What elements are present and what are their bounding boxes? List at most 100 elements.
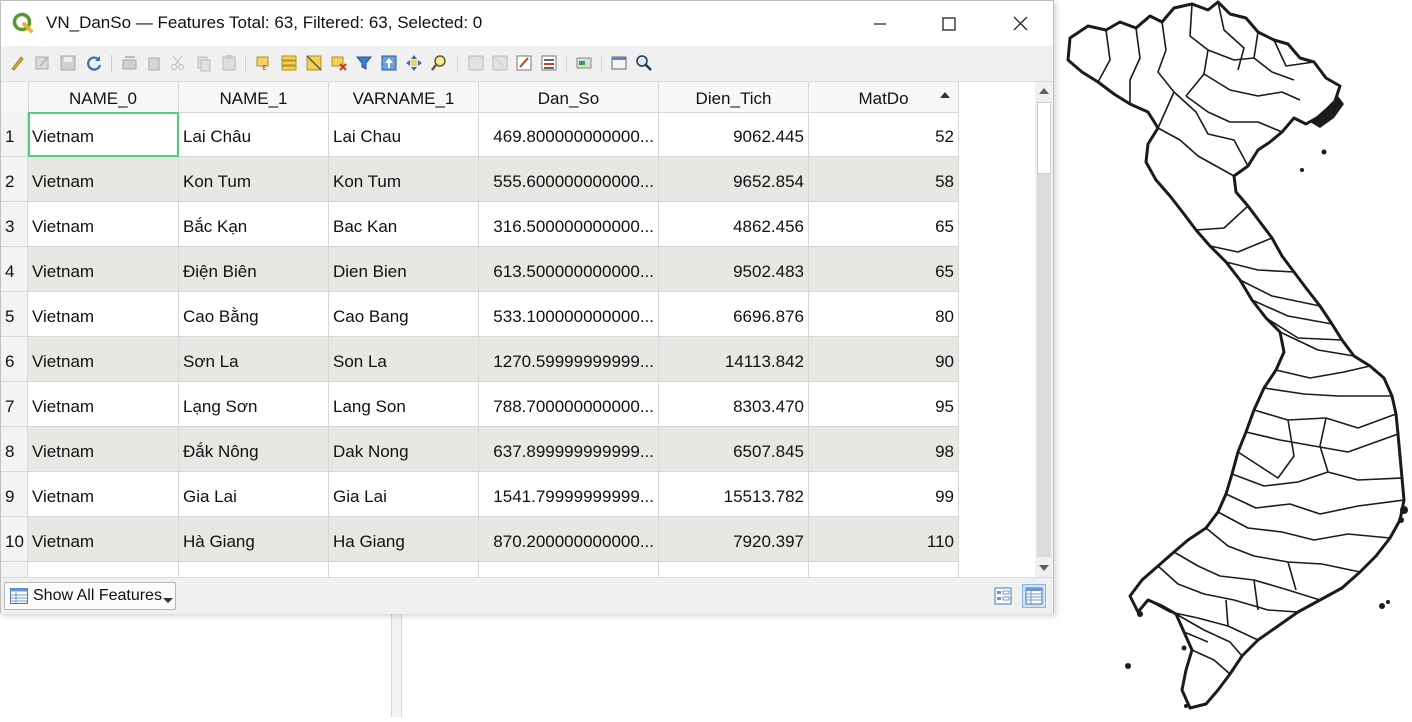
add-feature-icon[interactable]	[121, 54, 139, 72]
close-button[interactable]	[997, 1, 1043, 46]
cell-dientich[interactable]: 4862.456	[659, 202, 809, 247]
cell-varname1[interactable]: Ha Giang	[329, 517, 479, 562]
row-header[interactable]: 6	[1, 337, 28, 382]
cell-name0[interactable]: Vietnam	[28, 382, 179, 427]
cell-name0[interactable]: Vietnam	[28, 292, 179, 337]
paste-icon[interactable]	[220, 54, 238, 72]
row-header[interactable]: 8	[1, 427, 28, 472]
cell-matdo[interactable]: 65	[809, 202, 959, 247]
cell-danso[interactable]: 316.500000000000...	[479, 202, 659, 247]
cell-danso[interactable]: 637.899999999999...	[479, 427, 659, 472]
cell-varname1[interactable]: Lang Son	[329, 382, 479, 427]
cell-name0[interactable]: Vietnam	[28, 517, 179, 562]
cell-matdo[interactable]: 110	[809, 517, 959, 562]
cell-varname1[interactable]: Bac Kan	[329, 202, 479, 247]
cell-danso[interactable]: 469.800000000000...	[479, 112, 659, 157]
select-all-icon[interactable]	[280, 54, 298, 72]
cell-dientich[interactable]: 6696.876	[659, 292, 809, 337]
cell-danso[interactable]: 613.500000000000...	[479, 247, 659, 292]
cell-danso[interactable]: 1270.59999999999...	[479, 337, 659, 382]
table-row[interactable]: 2 Vietnam Kon Tum Kon Tum 555.600000000000..…	[1, 157, 959, 202]
zoom-map-icon[interactable]	[635, 54, 653, 72]
cell-danso[interactable]: 870.200000000000...	[479, 517, 659, 562]
table-row[interactable]: 1 Vietnam Lai Châu Lai Chau 469.800000000000…	[1, 112, 959, 157]
delete-field-icon[interactable]	[491, 54, 509, 72]
cell-dientich[interactable]: 9652.854	[659, 157, 809, 202]
minimize-button[interactable]	[857, 1, 903, 46]
cell-dientich[interactable]: 9502.483	[659, 247, 809, 292]
column-header-danso[interactable]: Dan_So	[479, 82, 659, 112]
vertical-scrollbar[interactable]	[1035, 82, 1053, 577]
row-header[interactable]: 2	[1, 157, 28, 202]
cell-name0[interactable]: Vietnam	[28, 427, 179, 472]
cell-matdo[interactable]: 65	[809, 247, 959, 292]
new-field-icon[interactable]	[467, 54, 485, 72]
row-header[interactable]: 7	[1, 382, 28, 427]
cell-name1[interactable]: Kon Tum	[179, 157, 329, 202]
row-header[interactable]: 1	[1, 112, 28, 157]
cell-name1[interactable]: Sơn La	[179, 337, 329, 382]
title-bar[interactable]: VN_DanSo — Features Total: 63, Filtered:…	[1, 1, 1053, 46]
cell-danso[interactable]: 533.100000000000...	[479, 292, 659, 337]
conditional-formatting-icon[interactable]	[540, 54, 558, 72]
cell-matdo[interactable]: 90	[809, 337, 959, 382]
column-header-varname1[interactable]: VARNAME_1	[329, 82, 479, 112]
column-header-matdo[interactable]: MatDo	[809, 82, 959, 112]
dock-icon[interactable]	[610, 54, 628, 72]
invert-selection-icon[interactable]	[305, 54, 323, 72]
field-calculator-icon[interactable]	[515, 54, 533, 72]
form-view-button[interactable]	[991, 584, 1015, 608]
cell-name1[interactable]: Bắc Kạn	[179, 202, 329, 247]
scroll-up-button[interactable]	[1035, 82, 1053, 100]
cell-danso[interactable]: 788.700000000000...	[479, 382, 659, 427]
cell-varname1[interactable]: Dak Nong	[329, 427, 479, 472]
cell-varname1[interactable]: Cao Bang	[329, 292, 479, 337]
reload-icon[interactable]	[85, 54, 103, 72]
cell-matdo[interactable]: 52	[809, 112, 959, 157]
cell-name0[interactable]: Vietnam	[28, 157, 179, 202]
filter-select-icon[interactable]	[355, 54, 373, 72]
cell-dientich[interactable]: 7920.397	[659, 517, 809, 562]
cell-name0[interactable]: Vietnam	[28, 247, 179, 292]
cell-dientich[interactable]: 15513.782	[659, 472, 809, 517]
cell-name1[interactable]: Cao Bằng	[179, 292, 329, 337]
save-edits-icon[interactable]	[59, 54, 77, 72]
cell-varname1[interactable]: Kon Tum	[329, 157, 479, 202]
table-row[interactable]: 6 Vietnam Sơn La Son La 1270.59999999999... 1…	[1, 337, 959, 382]
cell-varname1[interactable]: Son La	[329, 337, 479, 382]
table-corner-button[interactable]	[1, 82, 29, 112]
table-row[interactable]: 9 Vietnam Gia Lai Gia Lai 1541.79999999999..…	[1, 472, 959, 517]
table-view-button[interactable]	[1022, 584, 1046, 608]
select-by-expression-icon[interactable]: ε	[255, 54, 273, 72]
table-row[interactable]: 4 Vietnam Điện Biên Dien Bien 613.5000000000…	[1, 247, 959, 292]
cell-dientich[interactable]: 9062.445	[659, 112, 809, 157]
cut-icon[interactable]	[169, 54, 187, 72]
cell-name1[interactable]: Hà Giang	[179, 517, 329, 562]
cell-matdo[interactable]: 99	[809, 472, 959, 517]
table-row[interactable]: 5 Vietnam Cao Bằng Cao Bang 533.100000000000…	[1, 292, 959, 337]
scrollbar-track[interactable]	[1037, 174, 1051, 557]
cell-name0[interactable]: Vietnam	[28, 202, 179, 247]
actions-icon[interactable]	[575, 54, 593, 72]
row-header[interactable]: 4	[1, 247, 28, 292]
cell-dientich[interactable]: 14113.842	[659, 337, 809, 382]
cell-name0[interactable]: Vietnam	[28, 472, 179, 517]
multi-edit-icon[interactable]	[34, 54, 52, 72]
cell-matdo[interactable]: 80	[809, 292, 959, 337]
move-selection-to-top-icon[interactable]	[380, 54, 398, 72]
cell-name0[interactable]: Vietnam	[28, 337, 179, 382]
row-header[interactable]: 9	[1, 472, 28, 517]
cell-dientich[interactable]: 6507.845	[659, 427, 809, 472]
cell-dientich[interactable]: 8303.470	[659, 382, 809, 427]
panel-splitter[interactable]	[391, 614, 402, 717]
cell-matdo[interactable]: 98	[809, 427, 959, 472]
cell-varname1[interactable]: Lai Chau	[329, 112, 479, 157]
cell-varname1[interactable]: Gia Lai	[329, 472, 479, 517]
row-header[interactable]: 3	[1, 202, 28, 247]
cell-danso[interactable]: 555.600000000000...	[479, 157, 659, 202]
maximize-button[interactable]	[926, 1, 972, 46]
cell-varname1[interactable]: Dien Bien	[329, 247, 479, 292]
pan-to-selection-icon[interactable]	[405, 54, 423, 72]
cell-matdo[interactable]: 58	[809, 157, 959, 202]
table-row[interactable]: 10 Vietnam Hà Giang Ha Giang 870.20000000000…	[1, 517, 959, 562]
